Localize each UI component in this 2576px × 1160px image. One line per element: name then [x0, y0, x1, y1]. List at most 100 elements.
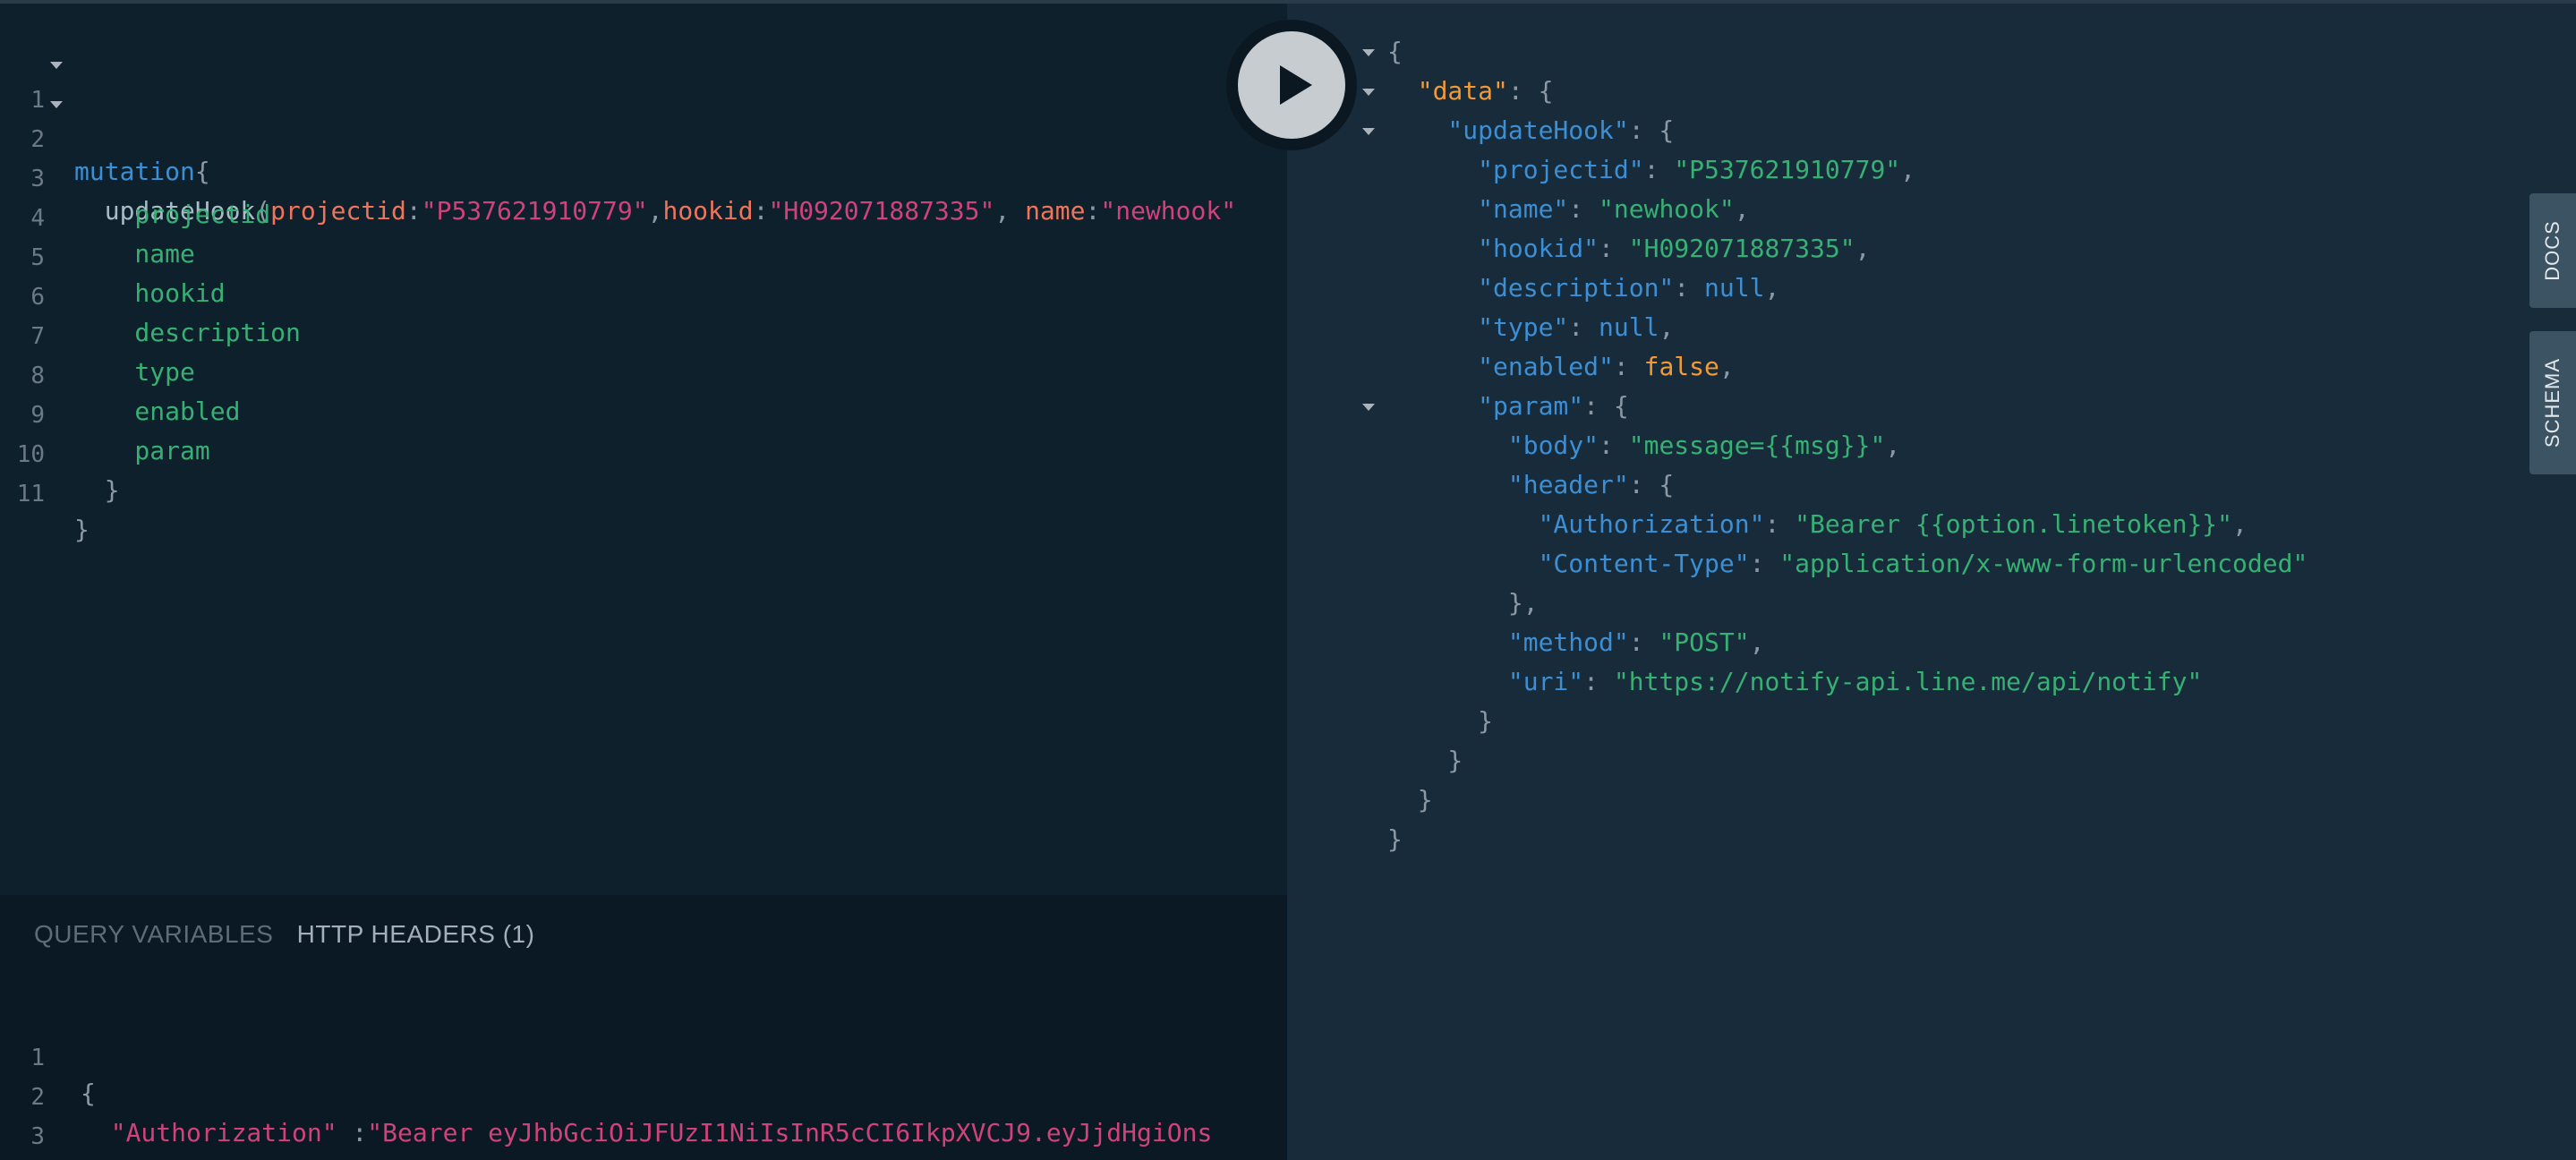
json-text: "updateHook": {: [1387, 113, 1674, 149]
json-value: "newhook": [1599, 194, 1735, 224]
punctuation: ,: [1659, 312, 1675, 342]
json-null: null: [1704, 273, 1765, 303]
chevron-down-icon[interactable]: [1362, 128, 1375, 135]
brace: }: [74, 515, 90, 544]
punctuation: ,: [1885, 431, 1901, 460]
punctuation: :: [1599, 431, 1629, 460]
punctuation: ,: [1764, 273, 1780, 303]
editor-line[interactable]: 2 updateHook(projectid:"P537621910779",h…: [0, 86, 1287, 226]
editor-line[interactable]: 5 hookid: [0, 204, 1287, 308]
punctuation: : {: [1583, 391, 1629, 421]
code-text: }: [81, 1155, 96, 1160]
json-text: "uri": "https://notify-api.line.me/api/n…: [1387, 664, 2202, 700]
json-key: "header": [1387, 470, 1629, 499]
result-line: "body": "message={{msg}}",: [1287, 428, 2451, 464]
line-number: 3: [30, 1123, 45, 1150]
editor-line[interactable]: 3 projectid: [0, 125, 1287, 229]
result-line: "Content-Type": "application/x-www-form-…: [1287, 546, 2451, 582]
editor-line[interactable]: 6 description: [0, 243, 1287, 347]
editor-line[interactable]: 11 }: [0, 440, 1287, 544]
json-text: "type": null,: [1387, 310, 1674, 345]
json-text: "data": {: [1387, 73, 1554, 109]
editor-line[interactable]: 4 name: [0, 165, 1287, 269]
headers-line[interactable]: 1 {: [0, 1004, 1287, 1108]
result-pane: { "data": { "updateHook": { "projectid":…: [1287, 4, 2576, 1160]
result-line: }: [1287, 743, 2451, 779]
punctuation: :: [1568, 194, 1599, 224]
punctuation: :: [1599, 234, 1629, 263]
result-line: },: [1287, 585, 2451, 621]
json-key: "updateHook": [1387, 115, 1629, 145]
json-key: "hookid": [1387, 234, 1599, 263]
json-key: "enabled": [1387, 352, 1614, 381]
json-text: {: [1387, 34, 1403, 70]
json-value: "Bearer {{option.linetoken}}": [1795, 509, 2233, 539]
result-line: }: [1287, 822, 2451, 857]
variables-tabs: QUERY VARIABLES HTTP HEADERS (1): [34, 920, 550, 949]
json-key: "param": [1387, 391, 1584, 421]
tab-http-headers[interactable]: HTTP HEADERS (1): [297, 920, 535, 949]
code-text: "Authorization" :"Bearer eyJhbGciOiJFUzI…: [81, 1115, 1213, 1151]
editor-line[interactable]: 8 enabled: [0, 322, 1287, 426]
json-text: }: [1387, 743, 1463, 779]
punctuation: : {: [1628, 470, 1675, 499]
punctuation: : {: [1628, 115, 1675, 145]
json-text: "projectid": "P537621910779",: [1387, 152, 1915, 188]
result-line: "method": "POST",: [1287, 625, 2451, 661]
docs-tab-label: DOCS: [2541, 220, 2563, 281]
result-line: "name": "newhook",: [1287, 192, 2451, 227]
brace: }: [1387, 746, 1463, 775]
result-line: }: [1287, 782, 2451, 818]
chevron-down-icon[interactable]: [50, 101, 63, 108]
json-value: "P537621910779": [1674, 155, 1901, 184]
chevron-down-icon[interactable]: [1362, 49, 1375, 56]
editor-line[interactable]: 10 }: [0, 401, 1287, 505]
result-line: {: [1287, 34, 2451, 70]
json-text: "enabled": false,: [1387, 349, 1735, 385]
editor-line[interactable]: 7 type: [0, 283, 1287, 387]
punctuation: :: [1613, 352, 1644, 381]
punctuation: :: [1628, 627, 1659, 657]
result-line: "hookid": "H092071887335",: [1287, 231, 2451, 267]
tab-query-variables[interactable]: QUERY VARIABLES: [34, 920, 273, 949]
query-editor[interactable]: 1 mutation{ 2 updateHook(projectid:"P537…: [0, 4, 1287, 895]
result-line: "param": {: [1287, 388, 2451, 424]
json-null: null: [1599, 312, 1659, 342]
code-text: }: [74, 512, 90, 548]
json-value: "application/x-www-form-urlencoded": [1779, 549, 2308, 578]
json-key: "body": [1387, 431, 1599, 460]
punctuation: :: [1674, 273, 1705, 303]
chevron-down-icon[interactable]: [1362, 404, 1375, 411]
punctuation: ,: [1855, 234, 1871, 263]
headers-line[interactable]: 3 }: [0, 1083, 1287, 1160]
json-boolean: false: [1643, 352, 1719, 381]
brace: }: [1387, 824, 1403, 854]
json-text: "hookid": "H092071887335",: [1387, 231, 1870, 267]
punctuation: ,: [1749, 627, 1765, 657]
result-line: "description": null,: [1287, 270, 2451, 306]
chevron-down-icon[interactable]: [50, 62, 63, 69]
docs-tab[interactable]: DOCS: [2529, 193, 2576, 308]
json-key: "uri": [1387, 667, 1584, 696]
play-icon: [1280, 65, 1312, 105]
json-value: "https://notify-api.line.me/api/notify": [1613, 667, 2203, 696]
json-text: "description": null,: [1387, 270, 1779, 306]
editor-line[interactable]: 9 param: [0, 362, 1287, 465]
line-number: 11: [16, 481, 45, 508]
punctuation: :: [1764, 509, 1796, 539]
brace: },: [1387, 588, 1539, 618]
chevron-down-icon[interactable]: [1362, 89, 1375, 96]
schema-tab[interactable]: SCHEMA: [2529, 331, 2576, 474]
json-text: "body": "message={{msg}}",: [1387, 428, 1900, 464]
json-key-data: "data": [1387, 76, 1508, 106]
result-line: "projectid": "P537621910779",: [1287, 152, 2451, 188]
json-key: "name": [1387, 194, 1569, 224]
execute-query-button[interactable]: [1238, 31, 1345, 139]
editor-line[interactable]: 1 mutation{: [0, 47, 1287, 186]
json-key: "Authorization": [1387, 509, 1765, 539]
json-text: "method": "POST",: [1387, 625, 1765, 661]
json-text: "Content-Type": "application/x-www-form-…: [1387, 546, 2308, 582]
brace: }: [1387, 706, 1494, 736]
headers-line[interactable]: 2 "Authorization" :"Bearer eyJhbGciOiJFU…: [0, 1044, 1287, 1147]
punctuation: :: [1749, 549, 1780, 578]
